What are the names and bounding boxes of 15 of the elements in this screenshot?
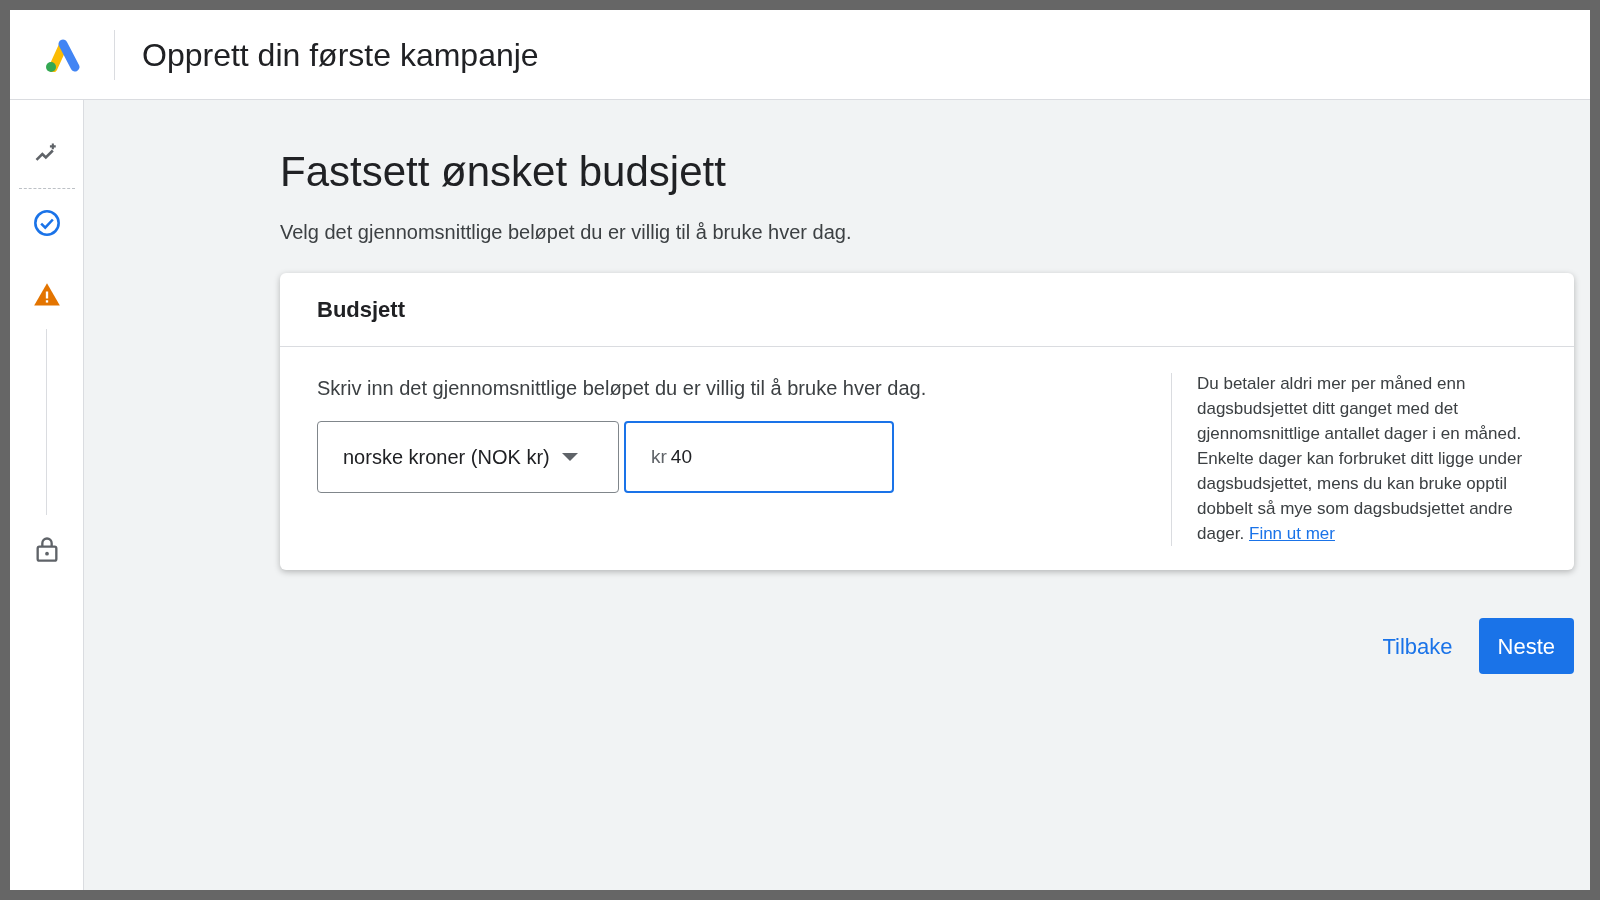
budget-prompt: Skriv inn det gjennomsnittlige beløpet du er villig til å bruke hver dag. [317,376,928,401]
warning-icon[interactable] [32,281,61,309]
logo-icon [43,37,81,72]
currency-dropdown[interactable]: norske kroner (NOK kr) [317,421,619,493]
amount-field[interactable]: kr 40 [624,421,894,493]
page-header-title: Opprett din første kampanje [142,35,539,75]
learn-more-link[interactable]: Finn ut mer [1249,524,1335,543]
next-button[interactable]: Neste [1478,618,1574,674]
page-subtitle: Velg det gjennomsnittlige beløpet du er villig til å bruke hver dag. [280,220,853,245]
back-button[interactable]: Tilbake [1382,618,1453,674]
page-title: Fastsett ønsket budsjett [280,147,727,197]
checkmark-circle-icon[interactable] [32,209,61,237]
help-text: Du betaler aldri mer per måned enn dagsbudsjettet ditt ganget med det gjennomsnittlige antallet dager i en måned. Enkelte dager kan forbruket ditt ligge under dagsbudsjettet, mens du kan bruke opptil dobbelt så mye som dagsbudsjettet andre dager. Finn ut mer [1197,373,1524,545]
caret-icon [561,453,578,461]
card-title: Budsjett [317,296,405,324]
